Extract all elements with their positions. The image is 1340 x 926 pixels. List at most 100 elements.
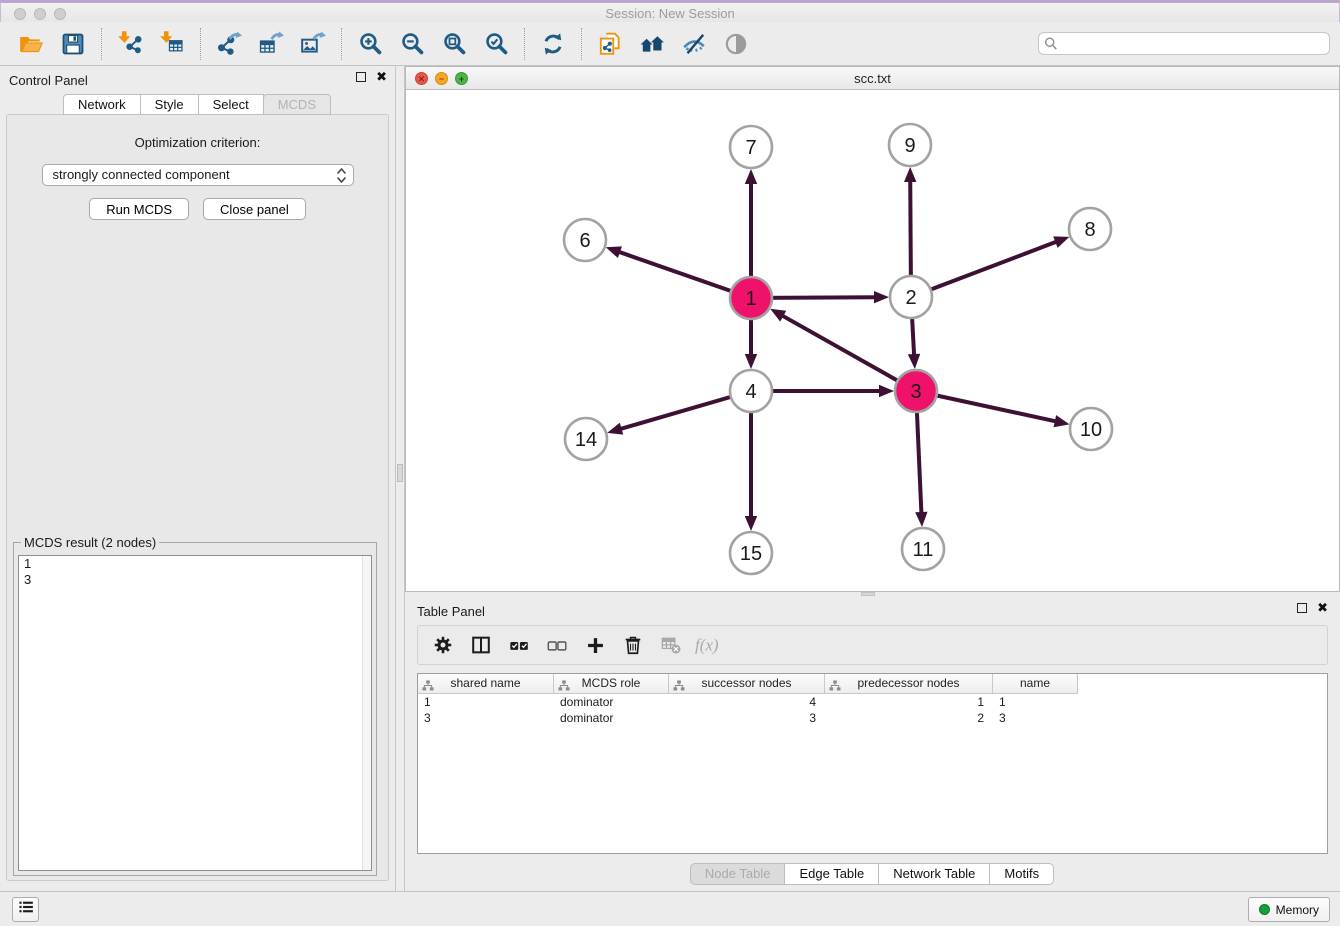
- column-label: successor nodes: [701, 676, 791, 690]
- column-label: shared name: [450, 676, 520, 690]
- cell-successor-nodes[interactable]: 4: [669, 694, 825, 710]
- save-session-icon[interactable]: [52, 27, 94, 61]
- houses-icon[interactable]: [631, 27, 673, 61]
- table-row[interactable]: 3dominator323: [418, 710, 1327, 726]
- cell-shared-name[interactable]: 1: [418, 694, 554, 710]
- style-eye-icon[interactable]: [673, 27, 715, 61]
- cell-name[interactable]: 1: [993, 694, 1078, 710]
- cell-MCDS-role[interactable]: dominator: [554, 694, 669, 710]
- column-header-MCDS-role[interactable]: MCDS role: [554, 674, 669, 694]
- table-panel-close-button[interactable]: ✖: [1317, 603, 1328, 613]
- table-header-row: shared name MCDS role successor nodes prede…: [418, 674, 1327, 694]
- tab-network-table[interactable]: Network Table: [878, 863, 990, 885]
- table-panel-title: Table Panel: [417, 604, 485, 619]
- column-header-shared-name[interactable]: shared name: [418, 674, 554, 694]
- memory-label: Memory: [1276, 903, 1319, 917]
- deselect-all-icon[interactable]: [540, 630, 574, 660]
- select-all-icon[interactable]: [502, 630, 536, 660]
- splitter-grip[interactable]: [861, 592, 875, 596]
- tab-select[interactable]: Select: [198, 94, 264, 115]
- memory-button[interactable]: Memory: [1248, 897, 1330, 922]
- cell-successor-nodes[interactable]: 3: [669, 710, 825, 726]
- control-panel-float-button[interactable]: [356, 72, 366, 82]
- task-history-button[interactable]: [12, 897, 39, 922]
- column-header-name[interactable]: name: [993, 674, 1078, 694]
- dropdown-stepper-icon: [335, 167, 348, 190]
- mcds-result-lines: 13: [19, 556, 371, 588]
- table-panel-float-button[interactable]: [1297, 603, 1307, 613]
- edge-arrowhead: [879, 385, 894, 397]
- node-label: 6: [579, 230, 590, 252]
- tab-mcds[interactable]: MCDS: [263, 94, 331, 115]
- delete-row-icon[interactable]: [616, 630, 650, 660]
- vertical-splitter[interactable]: [395, 66, 405, 891]
- node-label: 10: [1080, 419, 1102, 441]
- column-tree-icon: [829, 678, 841, 697]
- network-view-window: ✕ − + scc.txt 1234678910111415: [405, 66, 1340, 592]
- tab-style[interactable]: Style: [140, 94, 199, 115]
- splitter-grip[interactable]: [397, 464, 403, 482]
- cell-predecessor-nodes[interactable]: 2: [825, 710, 993, 726]
- column-tree-icon: [673, 678, 685, 697]
- network-window-title: scc.txt: [406, 71, 1339, 86]
- export-network-icon[interactable]: [208, 27, 250, 61]
- run-mcds-button[interactable]: Run MCDS: [89, 198, 189, 220]
- list-icon: [17, 898, 35, 921]
- edge-arrowhead: [745, 516, 757, 531]
- column-header-successor-nodes[interactable]: successor nodes: [669, 674, 825, 694]
- cell-name[interactable]: 3: [993, 710, 1078, 726]
- node-label: 1: [745, 288, 756, 310]
- toolbar-separator: [581, 28, 582, 60]
- tab-edge-table[interactable]: Edge Table: [784, 863, 879, 885]
- export-image-icon[interactable]: [292, 27, 334, 61]
- add-row-icon[interactable]: [578, 630, 612, 660]
- tab-network[interactable]: Network: [63, 94, 141, 115]
- refresh-icon[interactable]: [532, 27, 574, 61]
- import-table-icon[interactable]: [151, 27, 193, 61]
- column-label: name: [1020, 676, 1050, 690]
- hide-eye-icon[interactable]: [715, 27, 757, 61]
- columns-layout-icon[interactable]: [464, 630, 498, 660]
- duplicate-network-icon[interactable]: [589, 27, 631, 61]
- memory-status-icon: [1259, 904, 1270, 915]
- edge-arrowhead: [915, 512, 927, 527]
- table-row[interactable]: 1dominator411: [418, 694, 1327, 710]
- toolbar-separator: [200, 28, 201, 60]
- edge-2-8[interactable]: [911, 241, 1057, 297]
- tab-motifs[interactable]: Motifs: [989, 863, 1054, 885]
- export-table-icon[interactable]: [250, 27, 292, 61]
- node-label: 4: [745, 381, 756, 403]
- node-label: 2: [905, 287, 916, 309]
- search-wrap: [1038, 32, 1330, 55]
- table-body: 1dominator4113dominator323: [418, 694, 1327, 726]
- mcds-result-item: 1: [19, 556, 371, 572]
- control-panel: Control Panel ✖ NetworkStyleSelectMCDS O…: [0, 66, 395, 891]
- mcds-result-list[interactable]: 13: [18, 555, 372, 871]
- main-toolbar: [0, 22, 1340, 66]
- cell-MCDS-role[interactable]: dominator: [554, 710, 669, 726]
- cell-predecessor-nodes[interactable]: 1: [825, 694, 993, 710]
- search-input[interactable]: [1038, 32, 1330, 55]
- open-session-icon[interactable]: [10, 27, 52, 61]
- zoom-in-icon[interactable]: [349, 27, 391, 61]
- close-panel-button[interactable]: Close panel: [203, 198, 306, 220]
- column-tree-icon: [558, 678, 570, 697]
- zoom-fit-icon[interactable]: [433, 27, 475, 61]
- node-label: 11: [913, 539, 934, 561]
- node-label: 3: [910, 381, 921, 403]
- import-network-icon[interactable]: [109, 27, 151, 61]
- tab-node-table[interactable]: Node Table: [690, 863, 786, 885]
- settings-gear-icon[interactable]: [426, 630, 460, 660]
- optimization-criterion-dropdown[interactable]: strongly connected component: [42, 164, 354, 186]
- control-panel-title: Control Panel: [9, 73, 88, 88]
- zoom-selected-icon[interactable]: [475, 27, 517, 61]
- column-tree-icon: [422, 678, 434, 697]
- network-window-titlebar: ✕ − + scc.txt: [406, 67, 1339, 90]
- edge-3-1[interactable]: [781, 315, 916, 391]
- result-scrollbar[interactable]: [362, 556, 371, 870]
- cell-shared-name[interactable]: 3: [418, 710, 554, 726]
- zoom-out-icon[interactable]: [391, 27, 433, 61]
- control-panel-close-button[interactable]: ✖: [376, 72, 387, 82]
- network-canvas[interactable]: 1234678910111415: [406, 90, 1339, 591]
- column-header-predecessor-nodes[interactable]: predecessor nodes: [825, 674, 993, 694]
